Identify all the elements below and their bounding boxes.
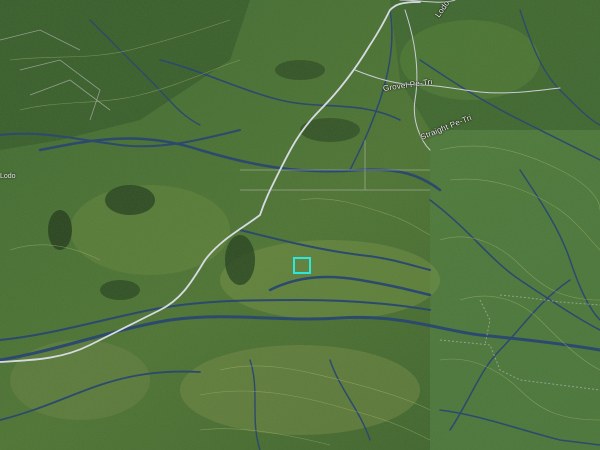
- edge-label-left: Lodo: [0, 173, 16, 180]
- map-canvas: [0, 0, 600, 450]
- selection-square-icon[interactable]: [293, 257, 311, 274]
- map-view[interactable]: Grovel Pe-Tri Straight Pe-Tri Lodo Pe-Tr…: [0, 0, 600, 450]
- terrain-noise: [0, 0, 600, 450]
